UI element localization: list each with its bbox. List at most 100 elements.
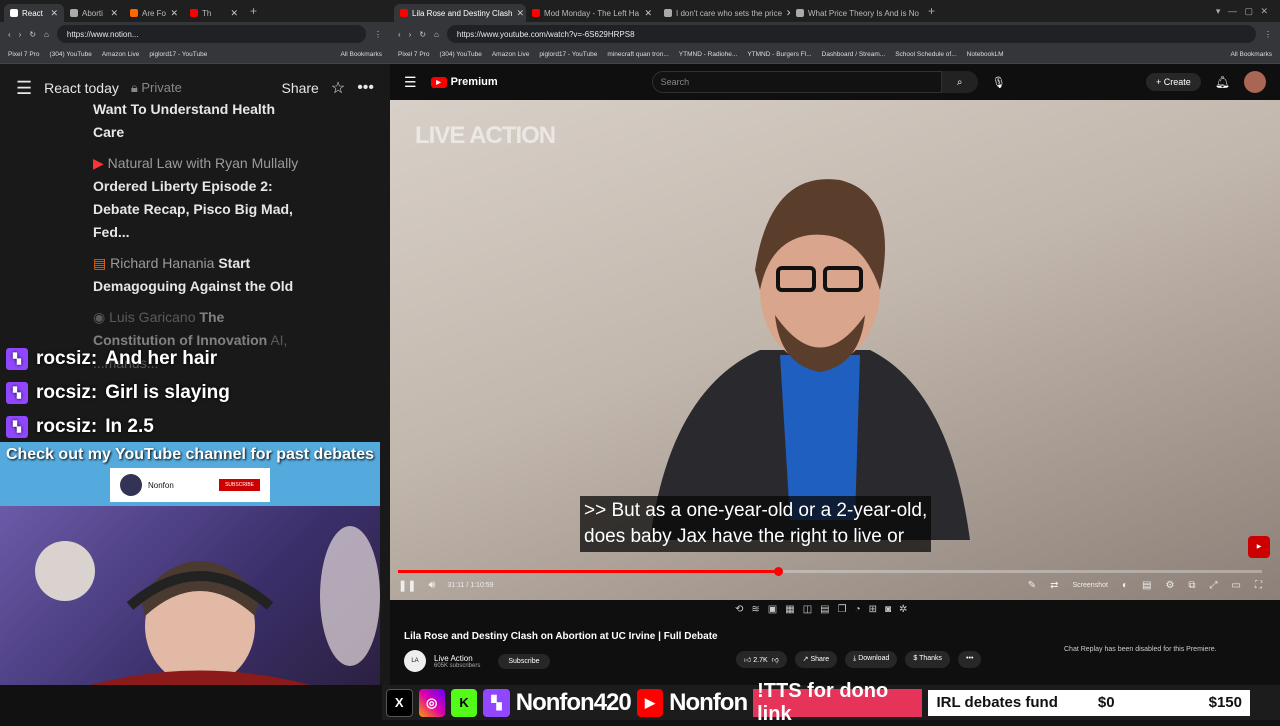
bookmark-pixel[interactable]: Pixel 7 Pro [8, 51, 39, 58]
tab-th[interactable]: Th ✕ [184, 4, 244, 22]
theater-icon[interactable]: ▭ [1232, 580, 1241, 591]
extensions-icon[interactable]: ⋮ [1264, 30, 1272, 39]
bookmark-school[interactable]: School Schedule of... [895, 51, 956, 58]
captions-icon[interactable]: ▤ [1142, 580, 1151, 591]
thumbs-down-icon[interactable]: 👎︎ [772, 657, 779, 664]
search-input[interactable]: Search [651, 71, 942, 93]
bookmark-youtube[interactable]: (304) YouTube [49, 51, 91, 58]
video-player[interactable]: LIVE ACTION >> But as a one-year-old or … [390, 100, 1280, 600]
back-icon[interactable]: ‹ [8, 30, 11, 39]
tab-aborti[interactable]: Aborti ✕ [64, 4, 124, 22]
close-icon[interactable]: ✕ [644, 8, 652, 19]
camera-icon[interactable]: ◙ [885, 604, 891, 620]
subscribe-button[interactable]: Subscribe [498, 653, 550, 669]
bookmark-youtube[interactable]: (304) YouTube [439, 51, 481, 58]
privacy-badge[interactable]: 🔒︎ Private [131, 80, 182, 96]
subscribe-watermark-icon[interactable]: ▶ [1248, 536, 1270, 558]
tab-label: Th [202, 8, 212, 18]
chat-text: Girl is slaying [105, 382, 230, 403]
more-icon[interactable]: ••• [958, 651, 982, 668]
menu-icon[interactable]: ☰ [404, 74, 417, 91]
crop-icon[interactable]: ◫ [803, 604, 812, 620]
like-button[interactable]: 👍︎ 2.7K 👎︎ [736, 651, 787, 668]
bookmark-burgers[interactable]: YTMND - Burgers Fl... [747, 51, 811, 58]
new-tab-icon[interactable]: + [928, 4, 935, 18]
pip-icon[interactable]: ⤢ [1210, 580, 1218, 591]
close-icon[interactable]: ✕ [110, 8, 118, 19]
avatar[interactable] [1244, 71, 1266, 93]
chat-message: ▚ rocsiz: And her hair [0, 342, 390, 376]
fullscreen-icon[interactable]: ⛶ [1255, 580, 1262, 591]
add-icon[interactable]: ⊞ [869, 604, 877, 620]
tab-mod-monday[interactable]: Mod Monday - The Left Ha ✕ [526, 4, 658, 22]
speed-icon[interactable]: ◔ [855, 604, 861, 620]
channel-avatar[interactable]: LA [404, 650, 426, 672]
reload-icon[interactable]: ↻ [419, 30, 426, 39]
close-icon[interactable]: ✕ [170, 8, 178, 19]
new-tab-icon[interactable]: + [250, 4, 257, 18]
list-item[interactable]: ▤ Richard Hanania Start Demagoguing Agai… [93, 252, 300, 298]
settings-icon[interactable]: ⚙ [1165, 580, 1174, 591]
bell-icon[interactable]: 🔔︎ [1215, 75, 1230, 89]
settings-icon[interactable]: ✲ [899, 604, 907, 620]
loop-icon[interactable]: ⟲ [735, 604, 743, 620]
close-icon[interactable]: ✕ [230, 8, 238, 19]
forward-icon[interactable]: › [19, 30, 22, 39]
tab-react[interactable]: React ✕ [4, 4, 64, 22]
youtube-logo[interactable]: ▶ Premium [430, 76, 498, 88]
home-icon[interactable]: ⌂ [434, 30, 439, 39]
tab-price[interactable]: I don't care who sets the price ✕ [658, 4, 790, 22]
share-button[interactable]: Share [281, 80, 318, 96]
calendar-icon[interactable]: ▦ [785, 604, 794, 620]
layout-icon[interactable]: ▤ [820, 604, 829, 620]
progress-bar[interactable] [398, 567, 1262, 576]
all-bookmarks[interactable]: All Bookmarks [340, 51, 382, 58]
autoplay-toggle[interactable]: ◐ [1122, 580, 1128, 591]
close-icon[interactable]: ✕ [50, 8, 58, 19]
bookmark-radiohead[interactable]: YTMND - Radiohe... [679, 51, 738, 58]
create-button[interactable]: + Create [1145, 73, 1201, 91]
extensions-icon[interactable]: ⋮ [374, 30, 382, 39]
back-icon[interactable]: ‹ [398, 30, 401, 39]
tab-are-fo[interactable]: Are Fo ✕ [124, 4, 184, 22]
screenshot-button[interactable]: Screenshot [1073, 582, 1108, 589]
loop-icon[interactable]: ⇄ [1050, 580, 1058, 591]
channel-name[interactable]: Live Action [434, 654, 480, 663]
audio-icon[interactable]: ≋ [751, 604, 759, 620]
list-item[interactable]: ▶ Natural Law with Ryan Mullally Ordered… [93, 152, 300, 244]
close-icon[interactable]: ✕ [517, 8, 525, 19]
copy-icon[interactable]: ❐ [838, 604, 847, 620]
home-icon[interactable]: ⌂ [44, 30, 49, 39]
download-button[interactable]: ⤓ Download [845, 651, 898, 668]
more-icon[interactable]: ••• [357, 79, 374, 97]
forward-icon[interactable]: › [409, 30, 412, 39]
window-controls[interactable]: ▾ — ▢ ✕ [1216, 6, 1268, 17]
list-item[interactable]: Want To Understand Health Care [93, 98, 300, 144]
bookmark-piglord[interactable]: piglord17 - YouTube [149, 51, 207, 58]
share-button[interactable]: ↗ Share [794, 651, 838, 668]
microphone-icon[interactable]: 🎙︎ [992, 76, 1006, 89]
address-bar[interactable]: https://www.youtube.com/watch?v=-6S629HR… [446, 25, 1256, 43]
menu-icon[interactable]: ☰ [16, 78, 32, 99]
youtube-icon: ▶ [93, 155, 108, 171]
star-icon[interactable]: ☆ [331, 78, 345, 98]
bookmark-amazon[interactable]: Amazon Live [492, 51, 530, 58]
bookmark-piglord[interactable]: piglord17 - YouTube [539, 51, 597, 58]
all-bookmarks[interactable]: All Bookmarks [1230, 51, 1272, 58]
bookmark-dashboard[interactable]: Dashboard / Stream... [822, 51, 886, 58]
bookmark-pixel[interactable]: Pixel 7 Pro [398, 51, 429, 58]
tab-lila-rose[interactable]: Lila Rose and Destiny Clash ✕ [394, 4, 526, 22]
pause-icon[interactable]: ❚❚ [398, 579, 416, 592]
address-bar[interactable]: https://www.notion... [56, 25, 366, 43]
miniplayer-icon[interactable]: ⧉ [1188, 580, 1195, 591]
reload-icon[interactable]: ↻ [29, 30, 36, 39]
search-icon[interactable]: ⌕ [941, 71, 978, 93]
bookmark-notebooklm[interactable]: NotebookLM [967, 51, 1004, 58]
cast-icon[interactable]: ▣ [768, 604, 777, 620]
volume-icon[interactable]: 🔊︎ [428, 579, 435, 592]
bookmark-amazon[interactable]: Amazon Live [102, 51, 140, 58]
pen-icon[interactable]: ✎ [1028, 580, 1036, 591]
thanks-button[interactable]: $ Thanks [905, 651, 951, 668]
tab-price-theory[interactable]: What Price Theory Is And is No✕ [790, 4, 922, 22]
bookmark-minecraft[interactable]: minecraft quan tron... [607, 51, 668, 58]
